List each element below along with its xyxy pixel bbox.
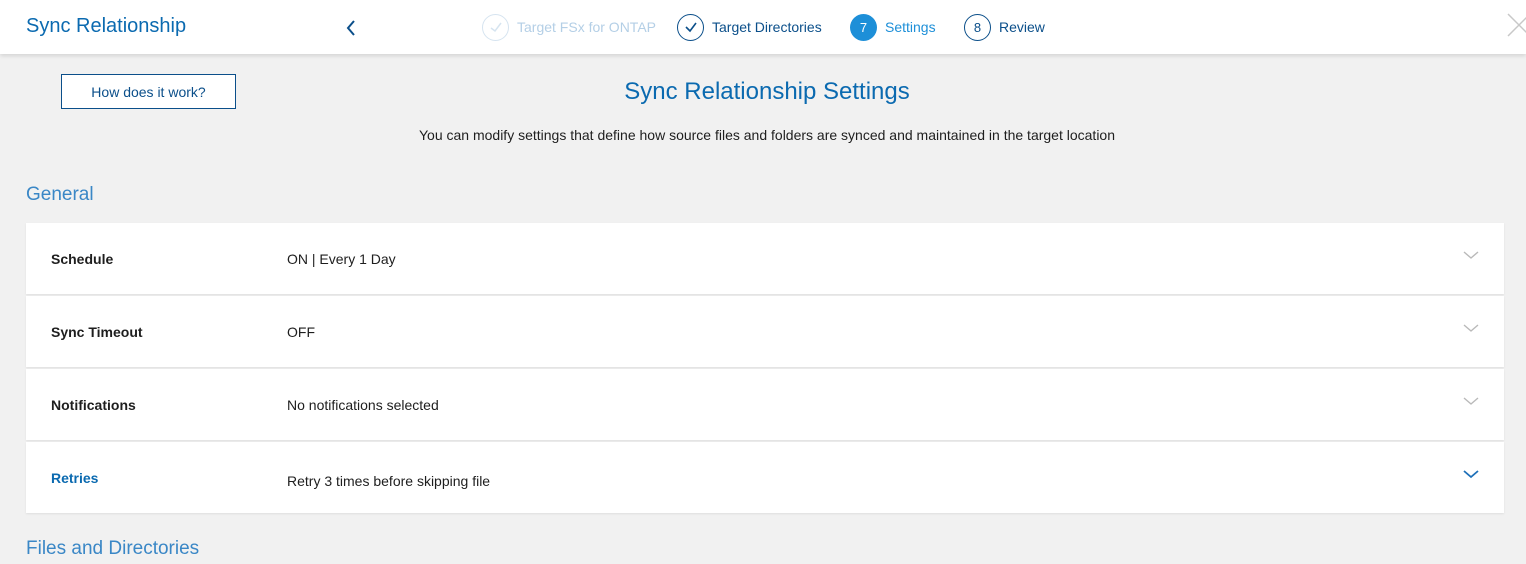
step-settings[interactable]: 7 Settings — [850, 12, 936, 42]
setting-value: Retry 3 times before skipping file — [287, 473, 491, 489]
page-title: Sync Relationship Settings — [624, 78, 910, 105]
step-number: 7 — [850, 13, 877, 41]
step-label: Settings — [885, 19, 936, 35]
setting-label: Schedule — [51, 251, 114, 267]
header-bar: Sync Relationship Target FSx for ONTAP T… — [0, 0, 1526, 54]
close-button[interactable] — [1504, 10, 1526, 40]
page-subtitle: You can modify settings that define how … — [418, 127, 1116, 143]
chevron-down-icon[interactable] — [1462, 395, 1480, 407]
app-title: Sync Relationship — [26, 15, 187, 37]
check-icon — [482, 13, 509, 41]
setting-row-schedule[interactable]: Schedule ON | Every 1 Day — [26, 223, 1504, 294]
setting-value: OFF — [287, 324, 315, 340]
chevron-down-icon[interactable] — [1462, 468, 1480, 480]
chevron-down-icon[interactable] — [1462, 322, 1480, 334]
step-label: Review — [999, 19, 1045, 35]
section-title-general: General — [26, 184, 94, 205]
close-icon — [1507, 13, 1526, 37]
setting-row-notifications[interactable]: Notifications No notifications selected — [26, 369, 1504, 440]
step-label: Target FSx for ONTAP — [517, 19, 656, 35]
check-icon — [677, 13, 704, 41]
setting-label: Sync Timeout — [51, 324, 143, 340]
section-title-files-and-directories: Files and Directories — [26, 538, 200, 559]
step-label: Target Directories — [712, 19, 822, 35]
step-target-directories[interactable]: Target Directories — [677, 12, 822, 42]
step-review[interactable]: 8 Review — [964, 12, 1045, 42]
chevron-down-icon[interactable] — [1462, 249, 1480, 261]
setting-row-retries[interactable]: Retries Retry 3 times before skipping fi… — [26, 442, 1504, 513]
step-target-fsx[interactable]: Target FSx for ONTAP — [482, 12, 656, 42]
chevron-left-icon — [346, 20, 355, 36]
step-number: 8 — [964, 13, 991, 41]
setting-label: Notifications — [51, 397, 136, 413]
setting-label: Retries — [51, 470, 99, 486]
setting-value: ON | Every 1 Day — [287, 251, 396, 267]
back-button[interactable] — [340, 15, 362, 41]
setting-value: No notifications selected — [287, 397, 439, 413]
setting-row-sync-timeout[interactable]: Sync Timeout OFF — [26, 296, 1504, 367]
